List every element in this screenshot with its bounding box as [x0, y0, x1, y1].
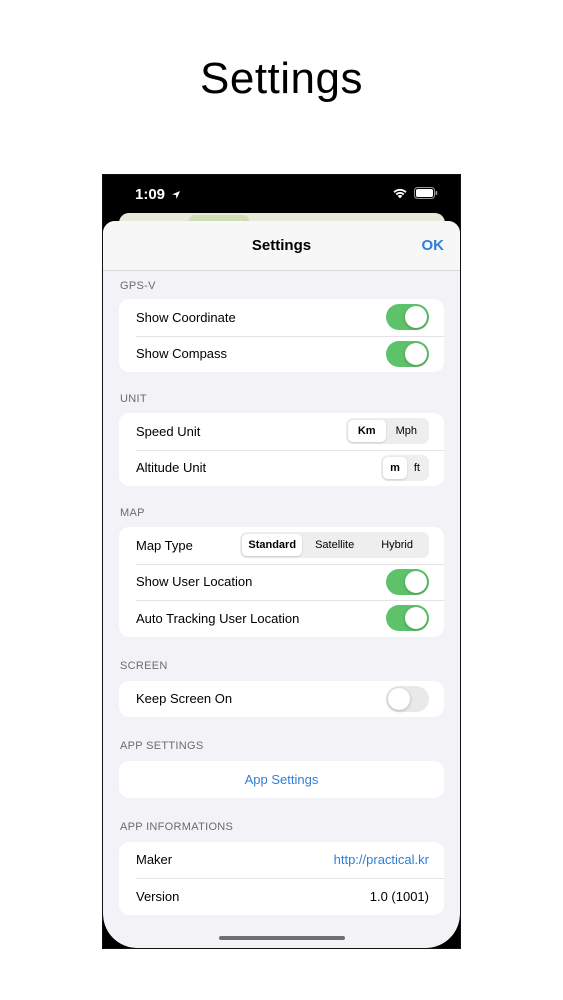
row-label: Show Coordinate — [136, 309, 236, 325]
row-show-user-location: Show User Location — [119, 563, 444, 601]
app-settings-button[interactable]: App Settings — [119, 761, 444, 798]
segment-satellite[interactable]: Satellite — [302, 534, 367, 556]
row-label: Version — [136, 888, 180, 904]
section-header-app-settings: APP SETTINGS — [120, 740, 204, 752]
segment-standard[interactable]: Standard — [242, 534, 303, 557]
group-unit: Speed Unit Km Mph Altitude Unit m ft — [119, 413, 444, 486]
segment-km[interactable]: Km — [347, 420, 386, 443]
segment-hybrid[interactable]: Hybrid — [367, 534, 427, 556]
row-auto-tracking: Auto Tracking User Location — [119, 600, 444, 637]
section-header-screen: SCREEN — [120, 659, 168, 672]
row-maker: Maker http://practical.kr — [119, 842, 444, 879]
row-keep-screen-on: Keep Screen On — [119, 681, 444, 718]
show-compass-toggle[interactable] — [386, 340, 429, 367]
row-label: Show User Location — [136, 574, 253, 590]
row-label: Keep Screen On — [136, 691, 233, 707]
row-show-coordinate: Show Coordinate — [119, 299, 444, 336]
section-header-map: MAP — [120, 507, 145, 519]
section-header-app-info: APP INFORMATIONS — [120, 820, 234, 833]
row-speed-unit: Speed Unit Km Mph — [119, 413, 444, 450]
group-gps: Show Coordinate Show Compass — [119, 299, 444, 372]
nav-bar: Settings OK — [103, 221, 460, 271]
nav-title: Settings — [251, 237, 312, 254]
row-label: Maker — [136, 852, 173, 868]
section-header-gps: GPS-V — [120, 280, 156, 292]
row-map-type: Map Type Standard Satellite Hybrid — [119, 527, 444, 564]
location-arrow-icon — [172, 191, 181, 199]
group-map: Map Type Standard Satellite Hybrid Show … — [119, 527, 444, 637]
wifi-icon — [393, 188, 407, 199]
status-time: 1:09 — [135, 186, 181, 203]
row-label: Map Type — [136, 537, 193, 553]
speed-unit-segmented-control: Km Mph — [345, 418, 429, 445]
row-label: Altitude Unit — [136, 460, 207, 476]
section-header-unit: UNIT — [120, 393, 147, 405]
segment-mph[interactable]: Mph — [386, 420, 427, 442]
group-app-settings: App Settings — [119, 761, 444, 798]
device-frame: 1:09 Settings OK GPS-V Show Coordinate S… — [102, 174, 461, 949]
segment-m[interactable]: m — [383, 456, 407, 479]
segment-ft[interactable]: ft — [407, 457, 427, 479]
status-bar: 1:09 — [103, 175, 460, 215]
show-user-location-toggle[interactable] — [386, 568, 429, 595]
row-altitude-unit: Altitude Unit m ft — [119, 449, 444, 487]
show-coordinate-toggle[interactable] — [386, 304, 429, 331]
auto-tracking-toggle[interactable] — [386, 605, 429, 632]
row-label: Show Compass — [136, 346, 228, 362]
group-screen: Keep Screen On — [119, 680, 444, 718]
home-indicator[interactable] — [219, 936, 345, 940]
battery-icon — [414, 187, 438, 199]
row-version: Version 1.0 (1001) — [119, 878, 444, 915]
altitude-unit-segmented-control: m ft — [381, 454, 429, 481]
maker-link[interactable]: http://practical.kr — [334, 852, 429, 867]
notch — [195, 175, 370, 201]
map-type-segmented-control: Standard Satellite Hybrid — [240, 532, 429, 559]
row-label: Auto Tracking User Location — [136, 610, 300, 626]
ok-button[interactable]: OK — [422, 237, 445, 254]
version-value: 1.0 (1001) — [369, 888, 429, 904]
keep-screen-on-toggle[interactable] — [386, 685, 429, 712]
settings-sheet: Settings OK GPS-V Show Coordinate Show C… — [103, 221, 460, 948]
row-show-compass: Show Compass — [119, 335, 444, 373]
hero-title: Settings — [200, 54, 363, 103]
row-label: Speed Unit — [136, 423, 201, 439]
group-app-info: Maker http://practical.kr Version 1.0 (1… — [119, 841, 444, 915]
